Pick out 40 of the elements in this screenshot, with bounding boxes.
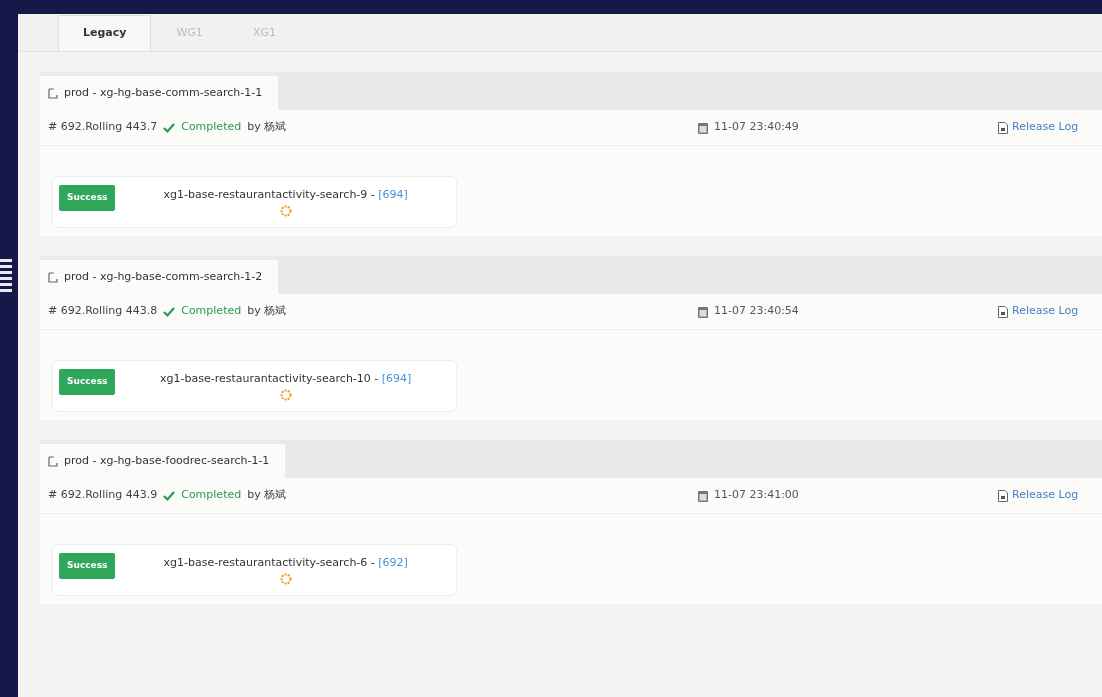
build-number: # 692.Rolling 443.8: [48, 303, 158, 320]
status-text: Completed: [181, 119, 242, 136]
calendar-icon: [698, 305, 708, 318]
status-badge: Success: [59, 185, 116, 211]
deployment-title: prod - xg-hg-base-comm-search-1-1: [64, 84, 263, 101]
document-icon: [998, 489, 1008, 502]
status-badge: Success: [59, 369, 116, 395]
calendar-icon: [698, 121, 708, 134]
task-name: xg1-base-restaurantactivity-search-10 -: [160, 372, 380, 385]
status-badge: Success: [59, 553, 116, 579]
release-log-link[interactable]: Release Log: [1012, 303, 1079, 320]
completed-by: by 杨斌: [247, 303, 287, 320]
task-name: xg1-base-restaurantactivity-search-6 -: [163, 556, 376, 569]
status-text: Completed: [181, 303, 242, 320]
deployment-tab[interactable]: prod - xg-hg-base-foodrec-search-1-1: [40, 444, 286, 478]
document-icon: [998, 121, 1008, 134]
task-name: xg1-base-restaurantactivity-search-9 -: [163, 188, 376, 201]
task-link[interactable]: [692]: [378, 556, 408, 569]
deployment-tab[interactable]: prod - xg-hg-base-comm-search-1-2: [40, 260, 279, 294]
release-log-link[interactable]: Release Log: [1012, 487, 1079, 504]
build-number: # 692.Rolling 443.9: [48, 487, 158, 504]
deployment-title: prod - xg-hg-base-foodrec-search-1-1: [64, 452, 270, 469]
window-icon: [48, 271, 58, 283]
document-icon: [998, 305, 1008, 318]
calendar-icon: [698, 489, 708, 502]
window-icon: [48, 87, 58, 99]
build-number: # 692.Rolling 443.7: [48, 119, 158, 136]
task-link[interactable]: [694]: [381, 372, 412, 385]
status-text: Completed: [181, 487, 242, 504]
timestamp: 11-07 23:40:54: [714, 303, 799, 320]
completed-by: by 杨斌: [247, 487, 287, 504]
release-log-link[interactable]: Release Log: [1012, 119, 1079, 136]
window-icon: [48, 455, 58, 467]
completed-by: by 杨斌: [247, 119, 287, 136]
timestamp: 11-07 23:41:00: [714, 487, 799, 504]
deployment-tab[interactable]: prod - xg-hg-base-comm-search-1-1: [40, 76, 279, 110]
task-link[interactable]: [694]: [378, 188, 408, 201]
timestamp: 11-07 23:40:49: [714, 119, 799, 136]
deployment-title: prod - xg-hg-base-comm-search-1-2: [64, 268, 263, 285]
tab[interactable]: Legacy: [58, 15, 152, 51]
